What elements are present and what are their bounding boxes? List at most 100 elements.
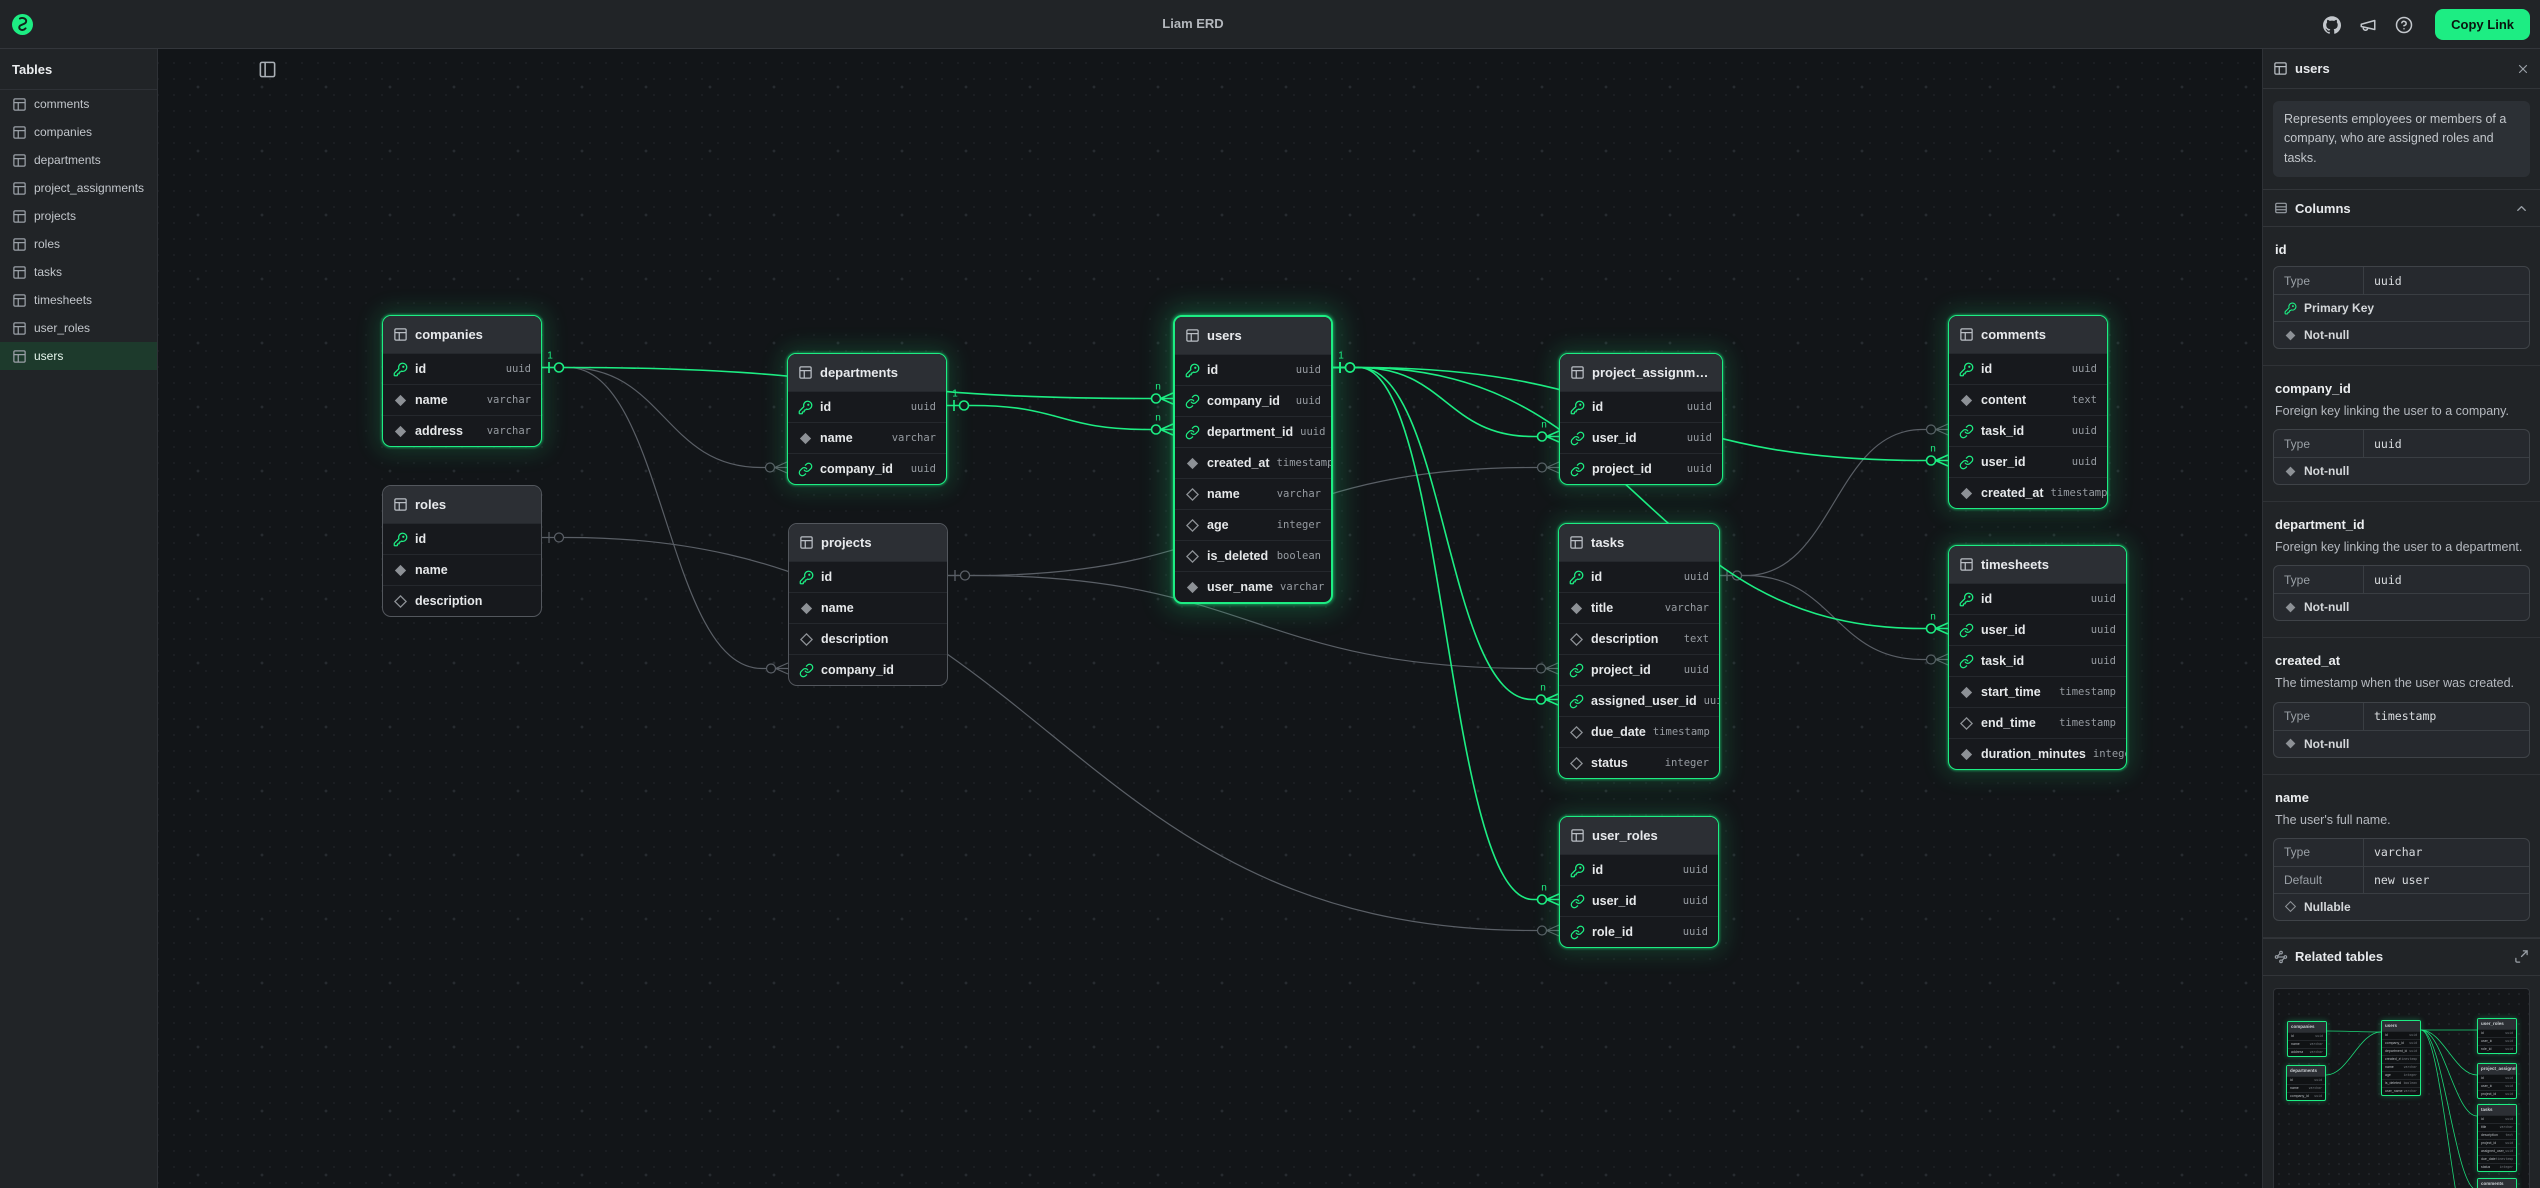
- table-icon: [393, 327, 408, 342]
- erd-table-header[interactable]: projects: [789, 524, 947, 561]
- sidebar-item-tasks[interactable]: tasks: [0, 258, 157, 286]
- erd-column-project_assignments-user_id[interactable]: user_iduuid: [1560, 422, 1722, 453]
- erd-column-user_roles-id[interactable]: iduuid: [1560, 854, 1718, 885]
- edge-tasks.id-to-comments.task_id: [1720, 424, 1948, 581]
- panel-column-company_id: company_idForeign key linking the user t…: [2263, 366, 2540, 502]
- sidebar-item-timesheets[interactable]: timesheets: [0, 286, 157, 314]
- erd-column-project_assignments-project_id[interactable]: project_iduuid: [1560, 453, 1722, 484]
- erd-table-header[interactable]: roles: [383, 486, 541, 523]
- erd-column-comments-content[interactable]: contenttext: [1949, 384, 2107, 415]
- diamond-icon: [1185, 518, 1200, 533]
- erd-column-user_roles-user_id[interactable]: user_iduuid: [1560, 885, 1718, 916]
- erd-table-header[interactable]: departments: [788, 354, 946, 391]
- erd-column-tasks-id[interactable]: iduuid: [1559, 561, 1719, 592]
- erd-column-roles-description[interactable]: description: [383, 585, 541, 616]
- link-icon: [1570, 462, 1585, 477]
- sidebar-item-companies[interactable]: companies: [0, 118, 157, 146]
- erd-column-users-is_deleted[interactable]: is_deletedboolean: [1175, 540, 1331, 571]
- sidebar-item-project_assignments[interactable]: project_assignments: [0, 174, 157, 202]
- panel-left-toggle-icon[interactable]: [258, 60, 277, 79]
- table-icon: [393, 497, 408, 512]
- erd-column-users-company_id[interactable]: company_iduuid: [1175, 385, 1331, 416]
- erd-column-timesheets-task_id[interactable]: task_iduuid: [1949, 645, 2126, 676]
- erd-column-timesheets-user_id[interactable]: user_iduuid: [1949, 614, 2126, 645]
- megaphone-icon[interactable]: [2359, 16, 2377, 34]
- erd-column-timesheets-id[interactable]: iduuid: [1949, 583, 2126, 614]
- sidebar-item-departments[interactable]: departments: [0, 146, 157, 174]
- erd-table-users[interactable]: usersiduuidcompany_iduuiddepartment_iduu…: [1173, 315, 1333, 604]
- table-icon: [1959, 557, 1974, 572]
- sidebar-item-comments[interactable]: comments: [0, 90, 157, 118]
- erd-column-comments-id[interactable]: iduuid: [1949, 353, 2107, 384]
- erd-table-departments[interactable]: departmentsiduuidnamevarcharcompany_iduu…: [787, 353, 947, 485]
- erd-table-project_assignments[interactable]: project_assignmentsiduuiduser_iduuidproj…: [1559, 353, 1723, 485]
- erd-column-timesheets-end_time[interactable]: end_timetimestamp: [1949, 707, 2126, 738]
- erd-column-comments-created_at[interactable]: created_attimestamp: [1949, 477, 2107, 508]
- erd-column-companies-address[interactable]: addressvarchar: [383, 415, 541, 446]
- erd-table-header[interactable]: tasks: [1559, 524, 1719, 561]
- sidebar-item-users[interactable]: users: [0, 342, 157, 370]
- related-tables-minimap[interactable]: companiesiduuidnamevarcharaddressvarchar…: [2273, 988, 2530, 1188]
- close-icon[interactable]: [2516, 62, 2530, 76]
- github-icon[interactable]: [2323, 16, 2341, 34]
- erd-table-header[interactable]: project_assignments: [1560, 354, 1722, 391]
- erd-column-tasks-assigned_user_id[interactable]: assigned_user_iduuid: [1559, 685, 1719, 716]
- link-icon: [1569, 694, 1584, 709]
- erd-table-comments[interactable]: commentsiduuidcontenttexttask_iduuiduser…: [1948, 315, 2108, 509]
- erd-table-tasks[interactable]: tasksiduuidtitlevarchardescriptiontextpr…: [1558, 523, 1720, 779]
- erd-column-users-name[interactable]: namevarchar: [1175, 478, 1331, 509]
- erd-column-comments-task_id[interactable]: task_iduuid: [1949, 415, 2107, 446]
- erd-table-roles[interactable]: rolesidnamedescription: [382, 485, 542, 617]
- sidebar-item-projects[interactable]: projects: [0, 202, 157, 230]
- liam-logo-icon[interactable]: [12, 14, 33, 35]
- related-tables-label: Related tables: [2295, 949, 2383, 964]
- erd-column-timesheets-start_time[interactable]: start_timetimestamp: [1949, 676, 2126, 707]
- erd-column-tasks-description[interactable]: descriptiontext: [1559, 623, 1719, 654]
- erd-column-user_roles-role_id[interactable]: role_iduuid: [1560, 916, 1718, 947]
- erd-column-timesheets-duration_minutes[interactable]: duration_minutesinteger: [1949, 738, 2126, 769]
- erd-table-projects[interactable]: projectsidnamedescriptioncompany_id: [788, 523, 948, 686]
- erd-table-timesheets[interactable]: timesheetsiduuiduser_iduuidtask_iduuidst…: [1948, 545, 2127, 770]
- erd-canvas[interactable]: 1n1n1nnnnncompaniesiduuidnamevarcharaddr…: [158, 49, 2262, 1188]
- erd-column-tasks-due_date[interactable]: due_datetimestamp: [1559, 716, 1719, 747]
- erd-column-roles-name[interactable]: name: [383, 554, 541, 585]
- erd-table-header[interactable]: users: [1175, 317, 1331, 354]
- erd-table-header[interactable]: timesheets: [1949, 546, 2126, 583]
- erd-column-projects-company_id[interactable]: company_id: [789, 654, 947, 685]
- erd-table-header[interactable]: companies: [383, 316, 541, 353]
- erd-column-departments-id[interactable]: iduuid: [788, 391, 946, 422]
- erd-column-project_assignments-id[interactable]: iduuid: [1560, 391, 1722, 422]
- help-icon[interactable]: [2395, 16, 2413, 34]
- erd-column-companies-name[interactable]: namevarchar: [383, 384, 541, 415]
- sidebar-item-user_roles[interactable]: user_roles: [0, 314, 157, 342]
- erd-column-projects-name[interactable]: name: [789, 592, 947, 623]
- column-type-value: uuid: [2364, 274, 2412, 288]
- erd-column-roles-id[interactable]: id: [383, 523, 541, 554]
- erd-column-comments-user_id[interactable]: user_iduuid: [1949, 446, 2107, 477]
- erd-column-tasks-title[interactable]: titlevarchar: [1559, 592, 1719, 623]
- erd-column-departments-company_id[interactable]: company_iduuid: [788, 453, 946, 484]
- erd-column-projects-description[interactable]: description: [789, 623, 947, 654]
- copy-link-button[interactable]: Copy Link: [2435, 9, 2530, 40]
- diamond-icon: [2284, 900, 2297, 913]
- erd-column-projects-id[interactable]: id: [789, 561, 947, 592]
- column-attribute: Not-null: [2274, 457, 2529, 484]
- erd-table-user_roles[interactable]: user_rolesiduuiduser_iduuidrole_iduuid: [1559, 816, 1719, 948]
- erd-column-users-user_name[interactable]: user_namevarchar: [1175, 571, 1331, 602]
- chevron-up-icon[interactable]: [2514, 201, 2529, 216]
- diamond-icon: [1959, 393, 1974, 408]
- erd-table-header[interactable]: user_roles: [1560, 817, 1718, 854]
- erd-column-departments-name[interactable]: namevarchar: [788, 422, 946, 453]
- erd-table-header[interactable]: comments: [1949, 316, 2107, 353]
- erd-column-companies-id[interactable]: iduuid: [383, 353, 541, 384]
- erd-column-users-created_at[interactable]: created_attimestamp: [1175, 447, 1331, 478]
- erd-column-users-department_id[interactable]: department_iduuid: [1175, 416, 1331, 447]
- erd-table-companies[interactable]: companiesiduuidnamevarcharaddressvarchar: [382, 315, 542, 447]
- panel-column-department_id: department_idForeign key linking the use…: [2263, 502, 2540, 638]
- erd-column-users-age[interactable]: ageinteger: [1175, 509, 1331, 540]
- erd-column-tasks-project_id[interactable]: project_iduuid: [1559, 654, 1719, 685]
- erd-column-tasks-status[interactable]: statusinteger: [1559, 747, 1719, 778]
- erd-column-users-id[interactable]: iduuid: [1175, 354, 1331, 385]
- sidebar-item-roles[interactable]: roles: [0, 230, 157, 258]
- expand-icon[interactable]: [2514, 949, 2529, 964]
